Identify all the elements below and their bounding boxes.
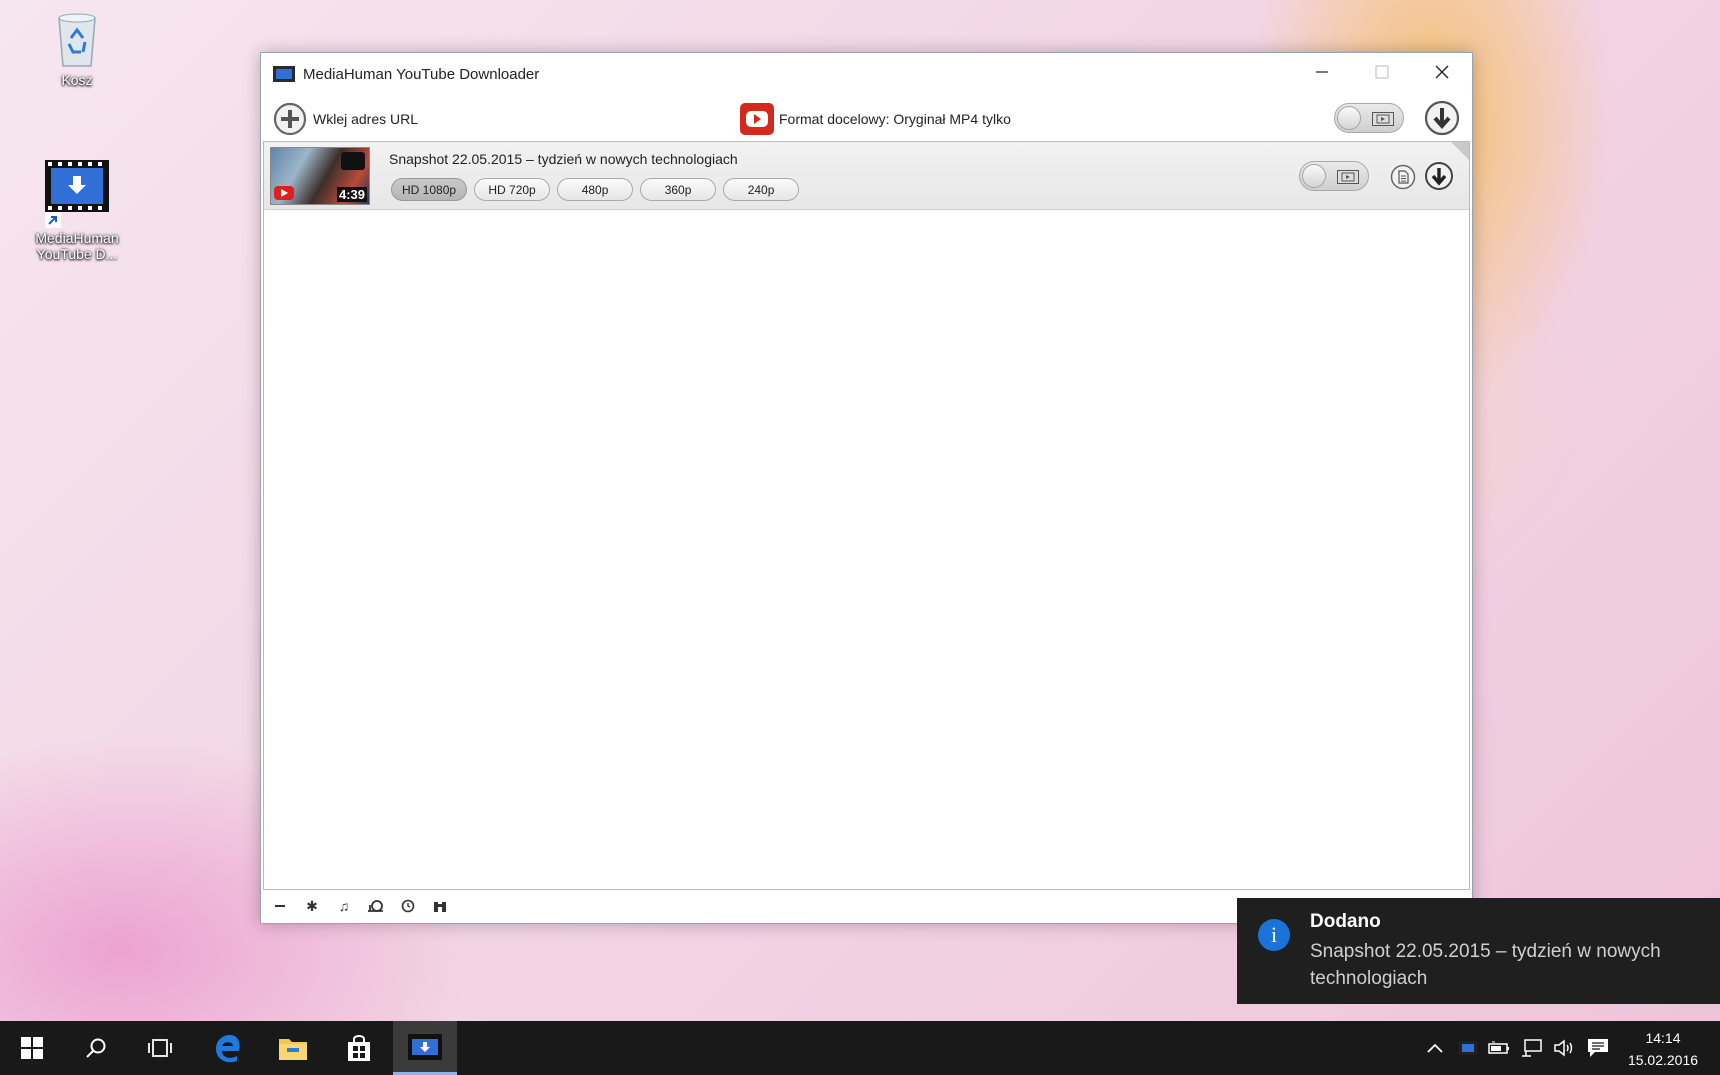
taskbar-clock[interactable]: 14:14 15.02.2016 bbox=[1618, 1027, 1708, 1071]
quality-options: HD 1080p HD 720p 480p 360p 240p bbox=[391, 178, 800, 201]
desktop-icon-label: Kosz bbox=[61, 72, 93, 88]
mediahuman-app-icon bbox=[408, 1033, 442, 1060]
clock-date: 15.02.2016 bbox=[1627, 1052, 1699, 1068]
info-icon: i bbox=[1258, 919, 1290, 951]
mediahuman-app-icon bbox=[45, 160, 109, 228]
task-view-button[interactable] bbox=[128, 1021, 192, 1075]
title-bar[interactable]: MediaHuman YouTube Downloader bbox=[261, 53, 1472, 95]
plus-circle-icon bbox=[273, 102, 307, 136]
window-title: MediaHuman YouTube Downloader bbox=[303, 65, 540, 83]
video-thumbnail[interactable]: 4:39 bbox=[270, 147, 370, 205]
folder-icon bbox=[279, 1039, 307, 1060]
mediahuman-taskbar-button[interactable] bbox=[393, 1021, 457, 1075]
item-video-only-toggle[interactable] bbox=[1299, 161, 1369, 191]
quality-button-720p[interactable]: HD 720p bbox=[474, 178, 551, 201]
edge-browser-button[interactable] bbox=[196, 1021, 260, 1075]
notification-title: Dodano bbox=[1310, 911, 1381, 932]
target-format-button[interactable]: Format docelowy: Oryginał MP4 tylko bbox=[739, 102, 1011, 136]
settings-gear-icon[interactable]: ✱ bbox=[303, 897, 321, 915]
store-button[interactable] bbox=[327, 1021, 391, 1075]
music-note-icon[interactable]: ♫ bbox=[335, 897, 353, 915]
list-item[interactable]: 4:39 Snapshot 22.05.2015 – tydzień w now… bbox=[264, 142, 1469, 210]
start-button[interactable] bbox=[0, 1021, 64, 1075]
notification-body: Snapshot 22.05.2015 – tydzień w nowych t… bbox=[1310, 941, 1661, 989]
shortcut-arrow-icon bbox=[45, 212, 61, 228]
app-icon bbox=[273, 66, 295, 82]
desktop-icon-mediahuman[interactable]: MediaHuman YouTube D... bbox=[22, 160, 132, 262]
windows-logo-icon bbox=[21, 1037, 43, 1059]
quality-button-240p[interactable]: 240p bbox=[723, 178, 800, 201]
clock-icon[interactable] bbox=[399, 897, 417, 915]
maximize-icon bbox=[1375, 65, 1389, 79]
search-button[interactable] bbox=[64, 1021, 128, 1075]
task-view-icon bbox=[148, 1039, 172, 1057]
battery-icon[interactable] bbox=[1486, 1021, 1512, 1075]
remove-icon[interactable] bbox=[271, 897, 289, 915]
film-icon bbox=[1372, 112, 1394, 126]
toggle-knob bbox=[1302, 164, 1326, 188]
video-duration: 4:39 bbox=[336, 187, 367, 202]
file-explorer-button[interactable] bbox=[261, 1021, 325, 1075]
video-only-toggle[interactable] bbox=[1334, 103, 1404, 133]
minimize-button[interactable] bbox=[1292, 53, 1352, 91]
document-icon bbox=[1390, 164, 1416, 190]
desktop-icon-label: MediaHuman YouTube D... bbox=[35, 230, 119, 262]
edge-icon bbox=[216, 1035, 240, 1063]
youtube-icon bbox=[740, 103, 774, 135]
search-icon bbox=[86, 1038, 106, 1058]
download-list: 4:39 Snapshot 22.05.2015 – tydzień w now… bbox=[263, 141, 1470, 890]
paste-url-button[interactable]: Wklej adres URL bbox=[273, 102, 418, 136]
snail-speed-icon[interactable] bbox=[367, 897, 385, 915]
download-all-button[interactable] bbox=[1424, 100, 1460, 141]
quality-button-480p[interactable]: 480p bbox=[557, 178, 634, 201]
download-icon bbox=[1424, 100, 1460, 136]
paste-url-label: Wklej adres URL bbox=[313, 111, 419, 127]
minimize-icon bbox=[1316, 71, 1328, 73]
notification-toast[interactable]: i Dodano Snapshot 22.05.2015 – tydzień w… bbox=[1237, 898, 1720, 1004]
desktop-icon-recycle-bin[interactable]: Kosz bbox=[22, 10, 132, 88]
tray-mediahuman-icon[interactable] bbox=[1455, 1021, 1481, 1075]
maximize-button[interactable] bbox=[1352, 53, 1412, 91]
video-title: Snapshot 22.05.2015 – tydzień w nowych t… bbox=[389, 151, 738, 167]
volume-icon[interactable] bbox=[1550, 1021, 1578, 1075]
store-bag-icon bbox=[348, 1035, 370, 1061]
quality-button-1080p[interactable]: HD 1080p bbox=[391, 178, 468, 201]
chevron-up-icon bbox=[1427, 1043, 1443, 1053]
taskbar: 14:14 15.02.2016 bbox=[0, 1021, 1720, 1075]
notification-icon bbox=[1588, 1039, 1608, 1057]
recycle-bin-icon bbox=[51, 10, 103, 68]
clock-time: 14:14 bbox=[1645, 1030, 1681, 1046]
close-button[interactable] bbox=[1412, 53, 1472, 91]
youtube-badge-icon bbox=[274, 186, 294, 200]
playlist-stack-icon bbox=[341, 152, 365, 170]
item-details-button[interactable] bbox=[1390, 164, 1416, 195]
toggle-knob bbox=[1337, 106, 1361, 130]
toolbar: Wklej adres URL Format docelowy: Orygina… bbox=[261, 95, 1472, 141]
app-window: MediaHuman YouTube Downloader Wklej adre… bbox=[260, 52, 1473, 924]
target-format-label: Format docelowy: Oryginał MP4 tylko bbox=[779, 111, 1011, 127]
download-icon bbox=[1425, 162, 1453, 190]
item-download-button[interactable] bbox=[1424, 161, 1454, 196]
network-icon[interactable] bbox=[1518, 1021, 1546, 1075]
action-center-button[interactable] bbox=[1583, 1021, 1613, 1075]
quality-button-360p[interactable]: 360p bbox=[640, 178, 717, 201]
show-hidden-icons-button[interactable] bbox=[1422, 1021, 1448, 1075]
film-icon bbox=[1337, 170, 1359, 184]
close-icon bbox=[1435, 65, 1449, 79]
corner-ribbon bbox=[1451, 142, 1469, 160]
binoculars-icon[interactable] bbox=[431, 897, 449, 915]
